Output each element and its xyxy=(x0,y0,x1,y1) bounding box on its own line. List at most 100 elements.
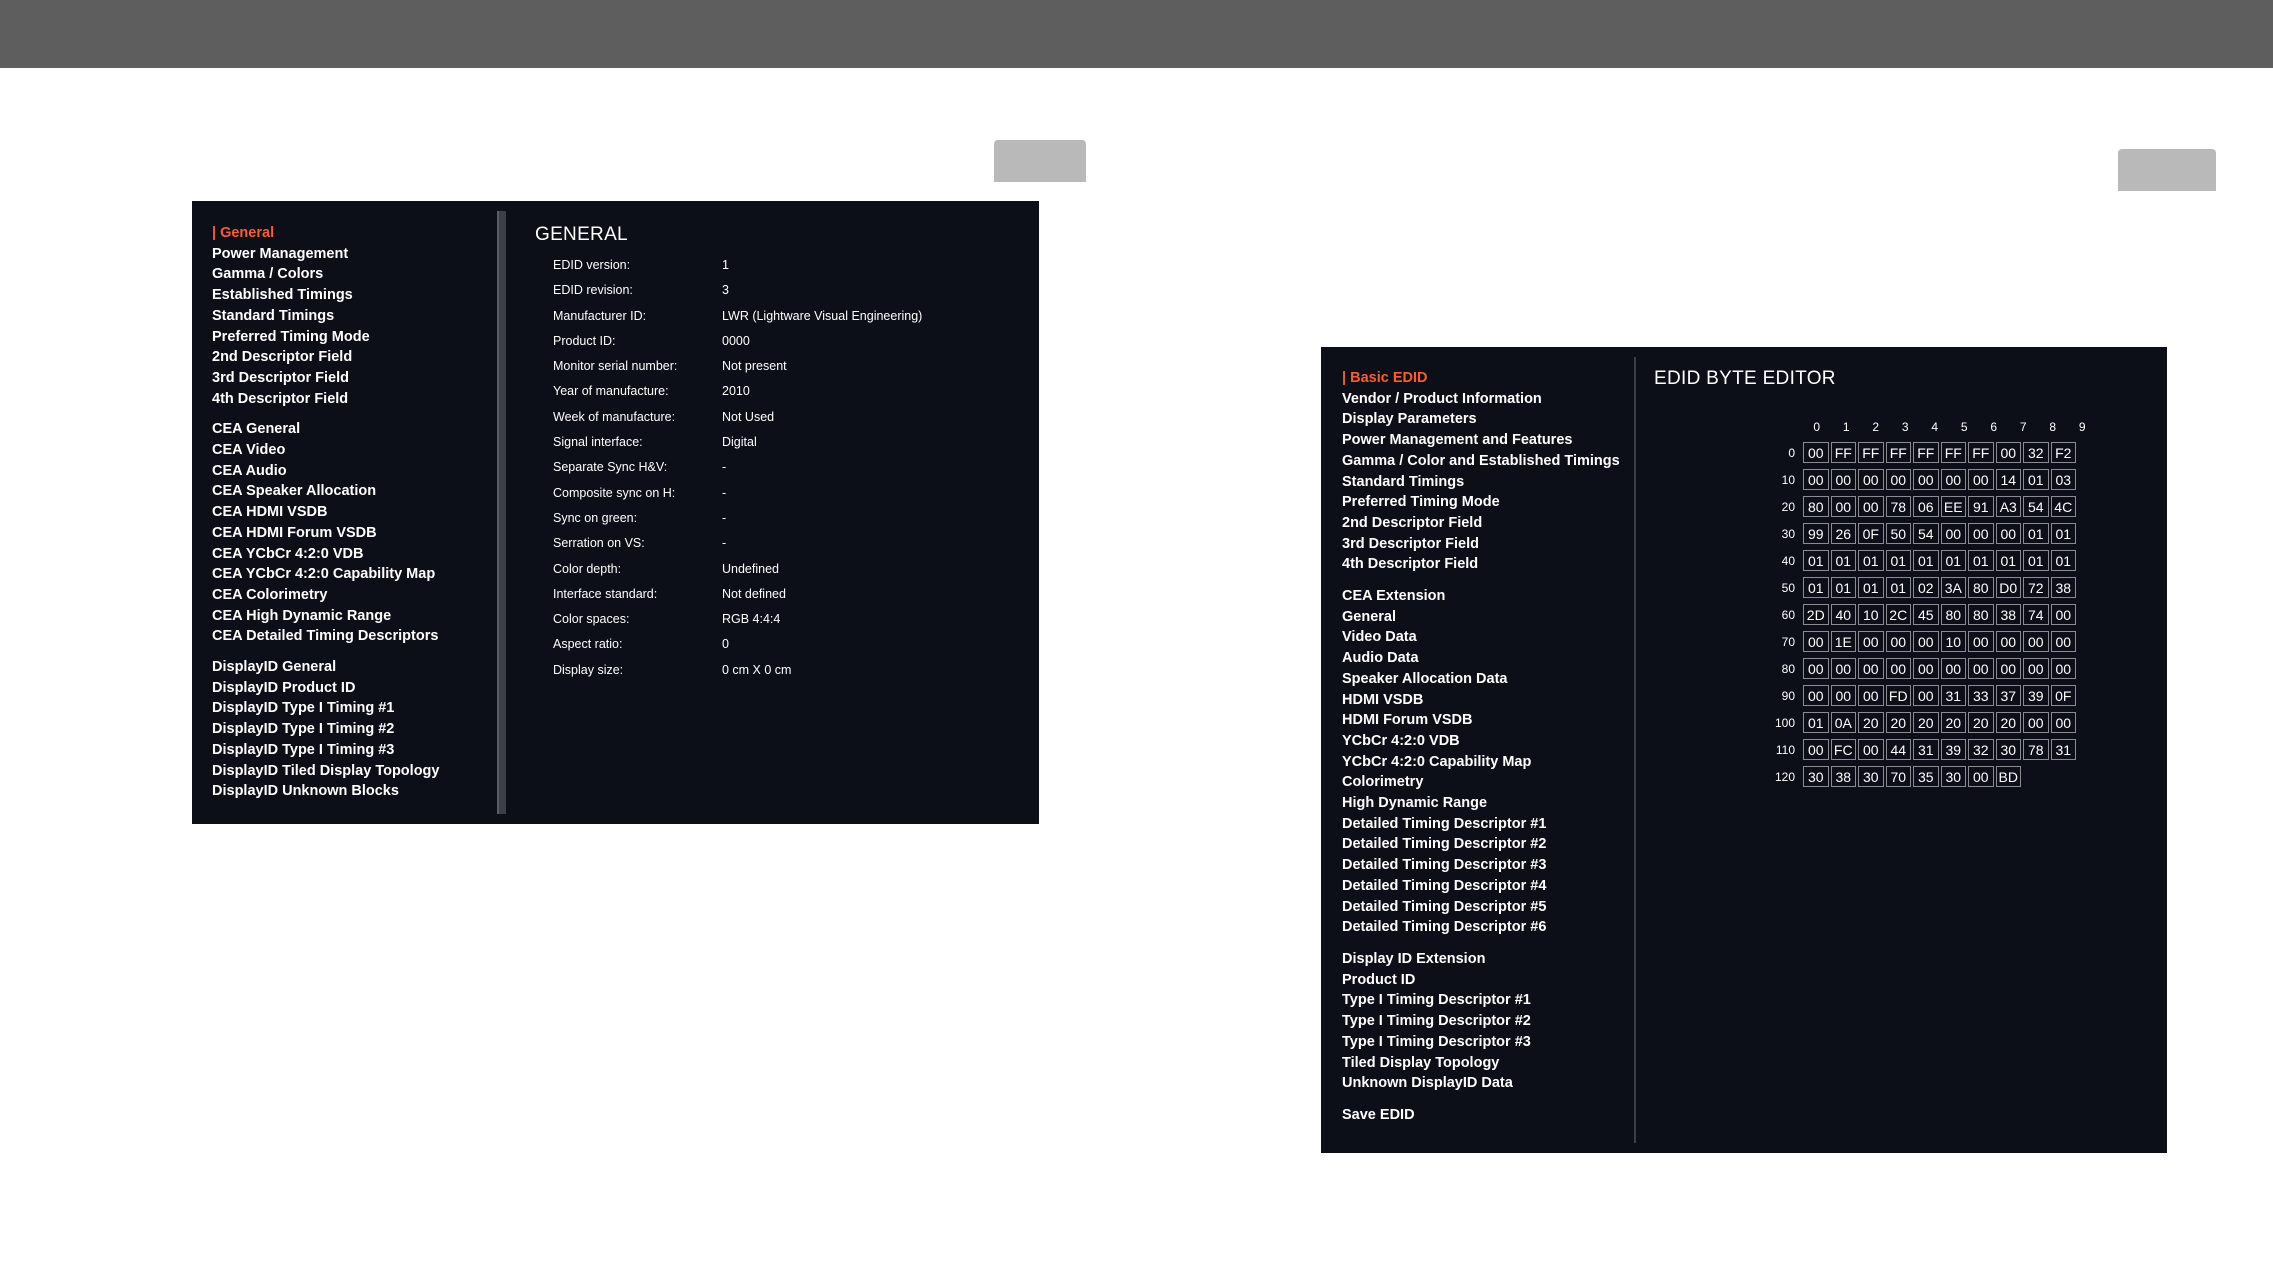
byte-cell[interactable]: 01 xyxy=(2023,550,2049,571)
menu-item-cea-video[interactable]: CEA Video xyxy=(212,440,439,461)
menu-item-cea-detailed-timing-descriptors[interactable]: CEA Detailed Timing Descriptors xyxy=(212,626,439,647)
menu-item-colorimetry[interactable]: Colorimetry xyxy=(1342,772,1620,793)
menu-item-preferred-timing-mode[interactable]: Preferred Timing Mode xyxy=(212,327,439,348)
byte-cell[interactable]: 01 xyxy=(1858,550,1884,571)
byte-cell[interactable]: 00 xyxy=(1885,658,1911,679)
byte-cell[interactable]: 00 xyxy=(1830,469,1856,490)
menu-item-general[interactable]: General xyxy=(212,223,439,244)
byte-cell[interactable]: 01 xyxy=(1803,577,1829,598)
menu-item-displayid-type-i-timing-1[interactable]: DisplayID Type I Timing #1 xyxy=(212,698,439,719)
menu-item-displayid-product-id[interactable]: DisplayID Product ID xyxy=(212,678,439,699)
byte-cell[interactable]: 99 xyxy=(1803,523,1829,544)
byte-cell[interactable]: 54 xyxy=(2023,496,2049,517)
byte-cell[interactable]: 44 xyxy=(1885,739,1911,760)
byte-cell[interactable]: 00 xyxy=(1913,685,1939,706)
menu-item-high-dynamic-range[interactable]: High Dynamic Range xyxy=(1342,793,1620,814)
menu-item-cea-high-dynamic-range[interactable]: CEA High Dynamic Range xyxy=(212,606,439,627)
menu-scrollbar[interactable] xyxy=(497,211,506,814)
menu-item-hdmi-forum-vsdb[interactable]: HDMI Forum VSDB xyxy=(1342,710,1620,731)
byte-cell[interactable]: 31 xyxy=(2050,739,2076,760)
menu-item-gamma-color-and-established-timings[interactable]: Gamma / Color and Established Timings xyxy=(1342,451,1620,472)
menu-item-product-id[interactable]: Product ID xyxy=(1342,970,1620,991)
menu-item-cea-ycbcr-4-2-0-vdb[interactable]: CEA YCbCr 4:2:0 VDB xyxy=(212,544,439,565)
byte-cell[interactable]: 80 xyxy=(1968,577,1994,598)
menu-item-detailed-timing-descriptor-6[interactable]: Detailed Timing Descriptor #6 xyxy=(1342,917,1620,938)
byte-cell[interactable]: 03 xyxy=(2050,469,2076,490)
byte-cell[interactable]: 00 xyxy=(1913,658,1939,679)
byte-cell[interactable]: 80 xyxy=(1968,604,1994,625)
byte-cell[interactable]: 0F xyxy=(1858,523,1884,544)
byte-cell[interactable]: 00 xyxy=(1803,685,1829,706)
byte-cell[interactable]: FD xyxy=(1885,685,1911,706)
menu-item-3rd-descriptor-field[interactable]: 3rd Descriptor Field xyxy=(1342,534,1620,555)
byte-cell[interactable]: 00 xyxy=(1803,631,1829,652)
byte-cell[interactable]: 00 xyxy=(2050,712,2076,733)
byte-cell[interactable]: 20 xyxy=(1885,712,1911,733)
byte-cell[interactable]: 01 xyxy=(1858,577,1884,598)
menu-item-general[interactable]: General xyxy=(1342,607,1620,628)
byte-cell[interactable]: 31 xyxy=(1940,685,1966,706)
byte-cell[interactable]: 1E xyxy=(1830,631,1856,652)
byte-cell[interactable]: 78 xyxy=(1885,496,1911,517)
menu-item-cea-hdmi-forum-vsdb[interactable]: CEA HDMI Forum VSDB xyxy=(212,523,439,544)
byte-cell[interactable]: 00 xyxy=(1995,523,2021,544)
byte-cell[interactable]: 00 xyxy=(1858,496,1884,517)
byte-cell[interactable]: 00 xyxy=(2050,658,2076,679)
byte-cell[interactable]: 38 xyxy=(2050,577,2076,598)
byte-cell[interactable]: 30 xyxy=(1803,766,1829,787)
menu-item-standard-timings[interactable]: Standard Timings xyxy=(1342,472,1620,493)
byte-cell[interactable]: 20 xyxy=(1913,712,1939,733)
byte-cell[interactable]: 39 xyxy=(1940,739,1966,760)
page-tab-left[interactable] xyxy=(994,140,1086,182)
byte-cell[interactable]: 01 xyxy=(1885,577,1911,598)
menu-item-ycbcr-4-2-0-capability-map[interactable]: YCbCr 4:2:0 Capability Map xyxy=(1342,752,1620,773)
byte-cell[interactable]: 00 xyxy=(1995,631,2021,652)
byte-cell[interactable]: D0 xyxy=(1995,577,2021,598)
byte-cell[interactable]: 01 xyxy=(2023,523,2049,544)
byte-cell[interactable]: 00 xyxy=(1940,469,1966,490)
byte-cell[interactable]: EE xyxy=(1940,496,1966,517)
byte-cell[interactable]: 00 xyxy=(1803,469,1829,490)
byte-cell[interactable]: 38 xyxy=(1830,766,1856,787)
byte-cell[interactable]: 01 xyxy=(1830,550,1856,571)
byte-cell[interactable]: 00 xyxy=(1995,442,2021,463)
menu-item-standard-timings[interactable]: Standard Timings xyxy=(212,306,439,327)
menu-item-detailed-timing-descriptor-2[interactable]: Detailed Timing Descriptor #2 xyxy=(1342,834,1620,855)
page-tab-right[interactable] xyxy=(2118,149,2216,191)
menu-item-detailed-timing-descriptor-5[interactable]: Detailed Timing Descriptor #5 xyxy=(1342,897,1620,918)
menu-item-cea-extension[interactable]: CEA Extension xyxy=(1342,586,1620,607)
byte-cell[interactable]: 00 xyxy=(1995,658,2021,679)
byte-cell[interactable]: 00 xyxy=(1858,739,1884,760)
byte-cell[interactable]: 00 xyxy=(2023,631,2049,652)
byte-cell[interactable]: 0F xyxy=(2050,685,2076,706)
byte-cell[interactable]: 20 xyxy=(1968,712,1994,733)
menu-item-established-timings[interactable]: Established Timings xyxy=(212,285,439,306)
byte-cell[interactable]: 00 xyxy=(1803,442,1829,463)
byte-cell[interactable]: 50 xyxy=(1885,523,1911,544)
byte-cell[interactable]: 91 xyxy=(1968,496,1994,517)
byte-cell[interactable]: 01 xyxy=(2050,523,2076,544)
byte-cell[interactable]: FF xyxy=(1913,442,1939,463)
menu-item-power-management[interactable]: Power Management xyxy=(212,244,439,265)
byte-cell[interactable]: 45 xyxy=(1913,604,1939,625)
byte-cell[interactable]: 01 xyxy=(2023,469,2049,490)
byte-cell[interactable]: FF xyxy=(1940,442,1966,463)
byte-cell[interactable]: FC xyxy=(1830,739,1856,760)
byte-cell[interactable]: 02 xyxy=(1913,577,1939,598)
byte-cell[interactable]: 00 xyxy=(2023,658,2049,679)
byte-cell[interactable]: 20 xyxy=(1858,712,1884,733)
menu-item-display-id-extension[interactable]: Display ID Extension xyxy=(1342,949,1620,970)
byte-cell[interactable]: 14 xyxy=(1995,469,2021,490)
byte-cell[interactable]: 01 xyxy=(1913,550,1939,571)
byte-cell[interactable]: 00 xyxy=(1858,685,1884,706)
byte-cell[interactable]: 35 xyxy=(1913,766,1939,787)
byte-cell[interactable]: 80 xyxy=(1803,496,1829,517)
menu-item-2nd-descriptor-field[interactable]: 2nd Descriptor Field xyxy=(1342,513,1620,534)
byte-cell[interactable]: 01 xyxy=(1803,712,1829,733)
byte-cell[interactable]: F2 xyxy=(2050,442,2076,463)
byte-cell[interactable]: 00 xyxy=(1858,631,1884,652)
byte-cell[interactable]: 31 xyxy=(1913,739,1939,760)
menu-item-vendor-product-information[interactable]: Vendor / Product Information xyxy=(1342,389,1620,410)
menu-item-3rd-descriptor-field[interactable]: 3rd Descriptor Field xyxy=(212,368,439,389)
menu-item-displayid-type-i-timing-3[interactable]: DisplayID Type I Timing #3 xyxy=(212,740,439,761)
